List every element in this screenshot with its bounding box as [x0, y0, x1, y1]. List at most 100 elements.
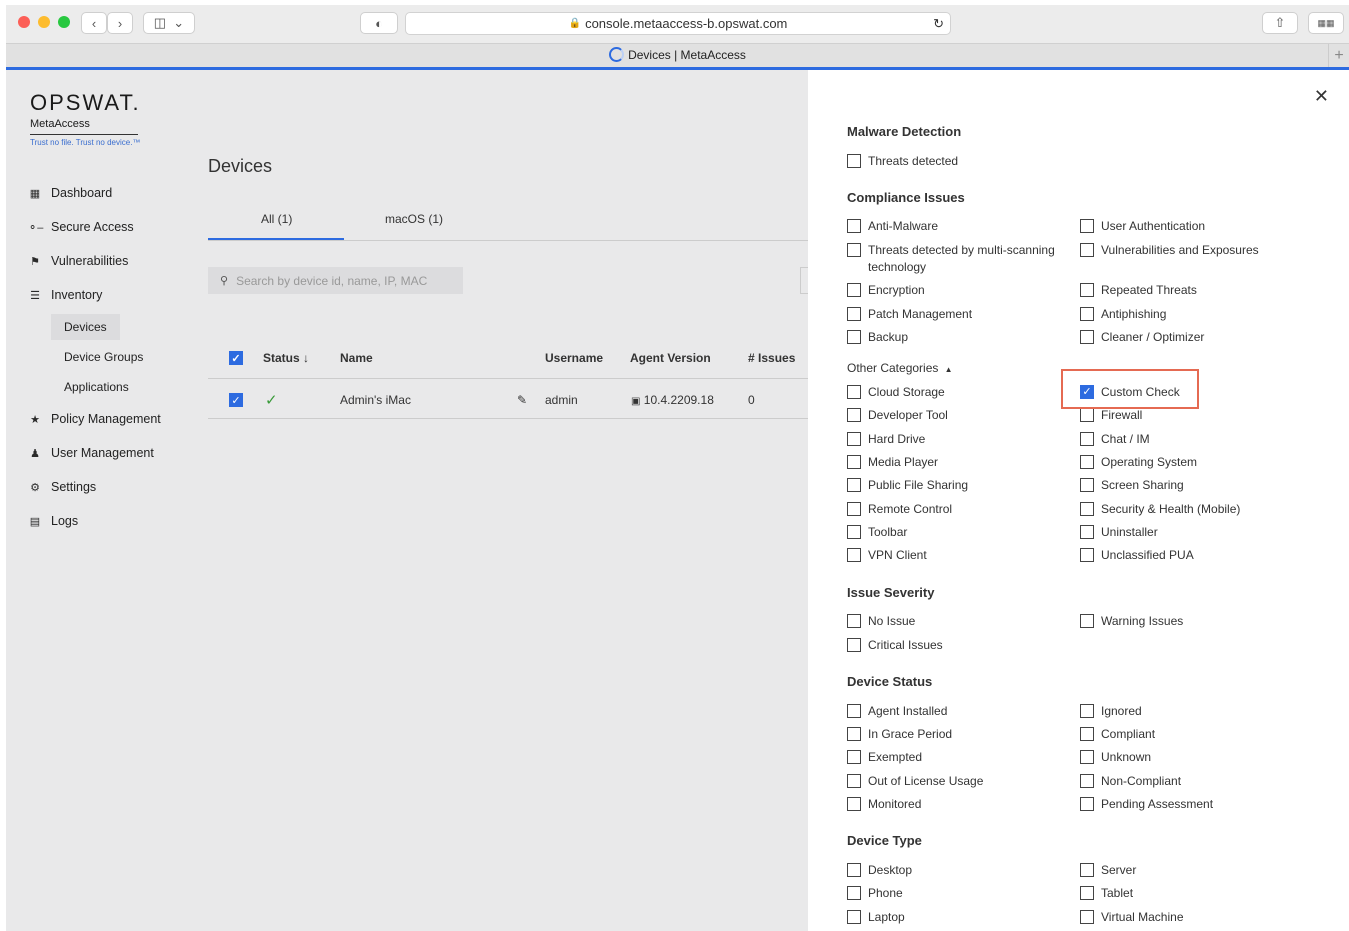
table-row[interactable]: ✓ ✓ Admin's iMac ✎ admin ▣ 10.4.2209.18 … [208, 382, 808, 419]
checkbox-in-grace-period[interactable] [847, 727, 861, 741]
filter-option-firewall[interactable]: Firewall [1080, 407, 1301, 424]
checkbox-anti-malware[interactable] [847, 219, 861, 233]
filter-option-chat-im[interactable]: Chat / IM [1080, 431, 1301, 448]
filter-option-remote-control[interactable]: Remote Control [847, 501, 1068, 518]
checkbox-ignored[interactable] [1080, 704, 1094, 718]
checkbox-antiphishing[interactable] [1080, 307, 1094, 321]
new-tab-button[interactable]: + [1328, 44, 1349, 68]
checkbox-no-issue[interactable] [847, 614, 861, 628]
checkbox-critical-issues[interactable] [847, 638, 861, 652]
section-title-other-categories[interactable]: Other Categories ▲ [847, 361, 953, 375]
filter-option-pending-assessment[interactable]: Pending Assessment [1080, 796, 1301, 813]
checkbox-phone[interactable] [847, 886, 861, 900]
minimize-window-button[interactable] [38, 16, 50, 28]
device-name[interactable]: Admin's iMac [340, 393, 411, 407]
filter-option-threats-detected[interactable]: Threats detected [847, 153, 1068, 170]
sidebar-item-applications[interactable]: Applications [28, 372, 208, 402]
edit-icon[interactable]: ✎ [517, 393, 527, 407]
checkbox-out-of-license-usage[interactable] [847, 774, 861, 788]
filter-option-ignored[interactable]: Ignored [1080, 703, 1301, 720]
address-bar[interactable]: 🔒 console.metaaccess-b.opswat.com ↻ [405, 12, 951, 35]
filter-option-screen-sharing[interactable]: Screen Sharing [1080, 477, 1301, 494]
filter-option-cloud-storage[interactable]: Cloud Storage [847, 384, 1068, 401]
checkbox-unknown[interactable] [1080, 750, 1094, 764]
filter-option-user-authentication[interactable]: User Authentication [1080, 218, 1301, 235]
filter-option-in-grace-period[interactable]: In Grace Period [847, 726, 1068, 743]
tab-all[interactable]: All (1) [261, 212, 292, 226]
filter-option-cleaner-optimizer[interactable]: Cleaner / Optimizer [1080, 329, 1301, 346]
filter-option-media-player[interactable]: Media Player [847, 454, 1068, 471]
reload-icon[interactable]: ↻ [933, 16, 944, 32]
sidebar-item-device-groups[interactable]: Device Groups [28, 342, 208, 372]
filter-option-threats-detected-by-multi-scanning-technology[interactable]: Threats detected by multi-scanning techn… [847, 242, 1068, 276]
checkbox-firewall[interactable] [1080, 408, 1094, 422]
filter-option-repeated-threats[interactable]: Repeated Threats [1080, 282, 1301, 299]
sidebar-item-devices[interactable]: Devices [28, 312, 208, 342]
filter-option-non-compliant[interactable]: Non-Compliant [1080, 773, 1301, 790]
checkbox-encryption[interactable] [847, 283, 861, 297]
sidebar-item-vulnerabilities[interactable]: ⚑ Vulnerabilities [28, 244, 208, 278]
filter-option-out-of-license-usage[interactable]: Out of License Usage [847, 773, 1068, 790]
zoom-window-button[interactable] [58, 16, 70, 28]
checkbox-server[interactable] [1080, 863, 1094, 877]
checkbox-warning-issues[interactable] [1080, 614, 1094, 628]
filter-option-no-issue[interactable]: No Issue [847, 613, 1068, 630]
checkbox-vpn-client[interactable] [847, 548, 861, 562]
column-agent-version[interactable]: Agent Version [630, 351, 711, 365]
checkbox-media-player[interactable] [847, 455, 861, 469]
column-name[interactable]: Name [340, 351, 373, 365]
filter-option-compliant[interactable]: Compliant [1080, 726, 1301, 743]
filter-option-public-file-sharing[interactable]: Public File Sharing [847, 477, 1068, 494]
filter-option-desktop[interactable]: Desktop [847, 862, 1068, 879]
close-window-button[interactable] [18, 16, 30, 28]
tab-overview-button[interactable]: ▦▦ [1308, 12, 1344, 34]
checkbox-developer-tool[interactable] [847, 408, 861, 422]
filter-option-unknown[interactable]: Unknown [1080, 749, 1301, 766]
checkbox-security-health-mobile[interactable] [1080, 502, 1094, 516]
filter-option-patch-management[interactable]: Patch Management [847, 306, 1068, 323]
checkbox-backup[interactable] [847, 330, 861, 344]
checkbox-non-compliant[interactable] [1080, 774, 1094, 788]
sidebar-item-settings[interactable]: ⚙ Settings [28, 470, 208, 504]
filter-option-laptop[interactable]: Laptop [847, 909, 1068, 926]
checkbox-vulnerabilities-and-exposures[interactable] [1080, 243, 1094, 257]
sidebar-item-policy-management[interactable]: ★ Policy Management [28, 402, 208, 436]
filter-option-virtual-machine[interactable]: Virtual Machine [1080, 909, 1301, 926]
close-icon[interactable]: ✕ [1314, 86, 1329, 107]
privacy-button[interactable]: ◐ [360, 12, 398, 34]
checkbox-operating-system[interactable] [1080, 455, 1094, 469]
filter-option-backup[interactable]: Backup [847, 329, 1068, 346]
filter-option-uninstaller[interactable]: Uninstaller [1080, 524, 1301, 541]
checkbox-laptop[interactable] [847, 910, 861, 924]
row-checkbox[interactable]: ✓ [229, 393, 243, 407]
filter-option-monitored[interactable]: Monitored [847, 796, 1068, 813]
checkbox-screen-sharing[interactable] [1080, 478, 1094, 492]
checkbox-toolbar[interactable] [847, 525, 861, 539]
sidebar-item-secure-access[interactable]: ⚬– Secure Access [28, 210, 208, 244]
checkbox-repeated-threats[interactable] [1080, 283, 1094, 297]
select-all-checkbox[interactable]: ✓ [229, 351, 243, 365]
checkbox-cleaner-optimizer[interactable] [1080, 330, 1094, 344]
share-button[interactable]: ⇧ [1262, 12, 1298, 34]
filter-option-security-health-mobile[interactable]: Security & Health (Mobile) [1080, 501, 1301, 518]
checkbox-threats-detected[interactable] [847, 154, 861, 168]
browser-tab[interactable]: Devices | MetaAccess [6, 47, 1349, 62]
filter-option-vpn-client[interactable]: VPN Client [847, 547, 1068, 564]
filter-option-unclassified-pua[interactable]: Unclassified PUA [1080, 547, 1301, 564]
forward-button[interactable]: › [107, 12, 133, 34]
tab-macos[interactable]: macOS (1) [385, 212, 443, 226]
filter-option-phone[interactable]: Phone [847, 885, 1068, 902]
filter-option-tablet[interactable]: Tablet [1080, 885, 1301, 902]
checkbox-user-authentication[interactable] [1080, 219, 1094, 233]
checkbox-chat-im[interactable] [1080, 432, 1094, 446]
filter-option-developer-tool[interactable]: Developer Tool [847, 407, 1068, 424]
checkbox-exempted[interactable] [847, 750, 861, 764]
sidebar-item-inventory[interactable]: ☰ Inventory [28, 278, 208, 312]
filter-option-anti-malware[interactable]: Anti-Malware [847, 218, 1068, 235]
checkbox-patch-management[interactable] [847, 307, 861, 321]
filter-option-encryption[interactable]: Encryption [847, 282, 1068, 299]
checkbox-public-file-sharing[interactable] [847, 478, 861, 492]
filter-option-server[interactable]: Server [1080, 862, 1301, 879]
column-issues[interactable]: # Issues [748, 351, 795, 365]
back-button[interactable]: ‹ [81, 12, 107, 34]
